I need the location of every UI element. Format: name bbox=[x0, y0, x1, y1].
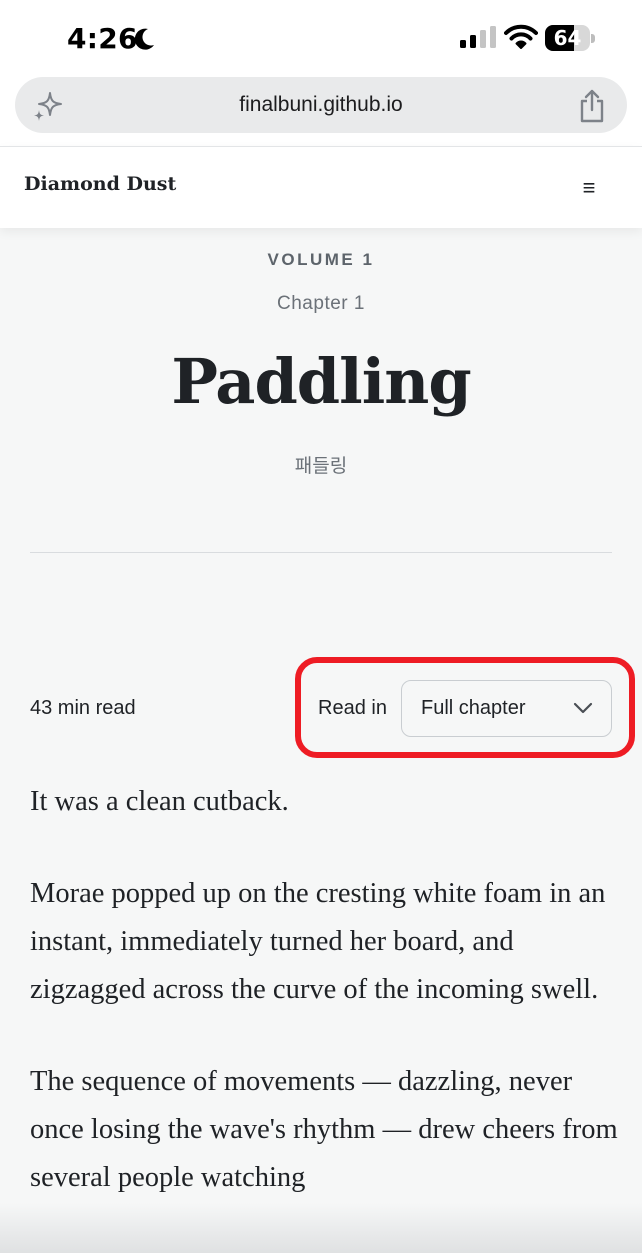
status-time: 4:26 bbox=[67, 22, 138, 55]
battery-level: 64 bbox=[553, 26, 582, 50]
cellular-signal-icon bbox=[460, 26, 496, 48]
read-in-label: Read in bbox=[318, 697, 387, 719]
story-text: It was a clean cutback. Morae popped up … bbox=[30, 778, 620, 1246]
divider bbox=[30, 552, 612, 553]
moon-icon bbox=[134, 28, 154, 50]
status-bar: 4:26 64 bbox=[0, 0, 642, 72]
hamburger-menu-icon[interactable]: ≡ bbox=[576, 173, 602, 203]
read-time: 43 min read bbox=[30, 697, 136, 719]
chapter-label: Chapter 1 bbox=[277, 293, 365, 314]
site-title-link[interactable]: Diamond Dust bbox=[24, 173, 176, 195]
share-icon[interactable] bbox=[577, 89, 607, 123]
chapter-title: Paddling bbox=[171, 345, 471, 418]
browser-toolbar: finalbuni.github.io bbox=[0, 72, 642, 146]
story-paragraph: Morae popped up on the cresting white fo… bbox=[30, 878, 606, 1005]
battery-icon: 64 bbox=[545, 25, 595, 51]
chevron-down-icon[interactable] bbox=[573, 701, 593, 715]
read-mode-value[interactable]: Full chapter bbox=[421, 681, 526, 736]
site-header: Diamond Dust ≡ bbox=[0, 146, 642, 228]
url-text[interactable]: finalbuni.github.io bbox=[15, 77, 627, 133]
story-paragraph: It was a clean cutback. bbox=[30, 786, 289, 817]
read-mode-select[interactable]: Full chapter bbox=[401, 680, 612, 737]
wifi-icon bbox=[504, 24, 538, 49]
story-paragraph: The sequence of movements — dazzling, ne… bbox=[30, 1066, 618, 1193]
korean-title: 패들링 bbox=[294, 455, 348, 477]
volume-label: VOLUME 1 bbox=[267, 250, 375, 269]
address-bar[interactable]: finalbuni.github.io bbox=[15, 77, 627, 133]
